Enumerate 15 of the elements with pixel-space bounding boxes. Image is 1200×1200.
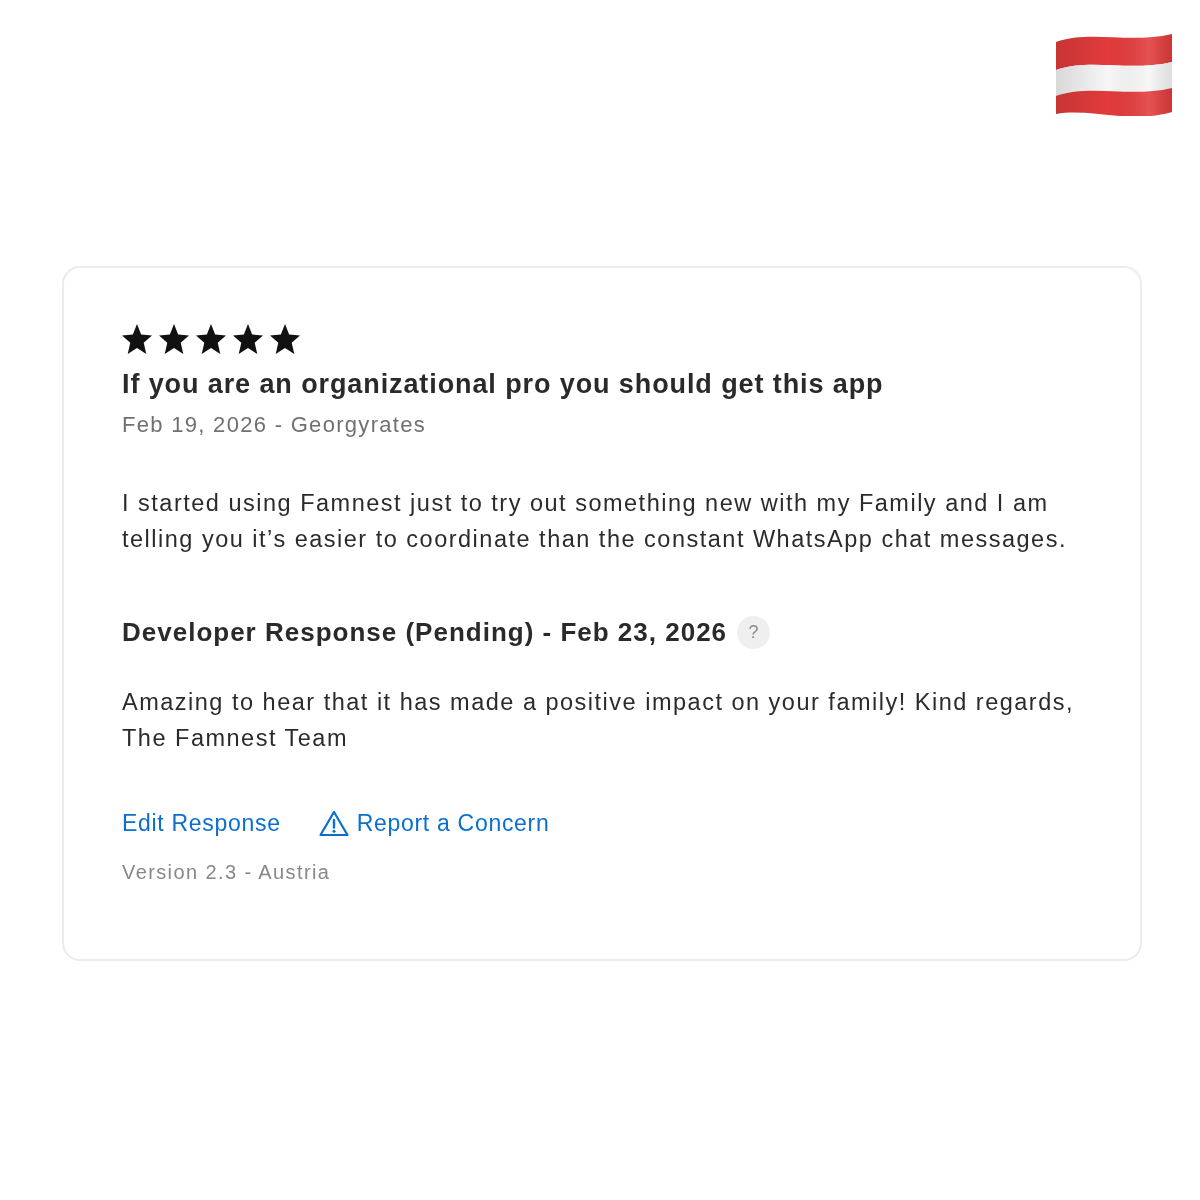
star-icon <box>270 324 300 354</box>
developer-response-heading: Developer Response (Pending) - Feb 23, 2026 <box>122 616 728 650</box>
review-date-author: Feb 19, 2026 - Georgyrates <box>122 411 428 440</box>
review-text: I started using Famnest just to try out something new with my Family and I am telling you it’s easier to coordinate than the constant WhatsApp chat messages. <box>122 489 1068 555</box>
report-concern-link[interactable]: Report a Concern <box>318 806 550 841</box>
version-country-text: Version 2.3 - Austria <box>122 859 332 885</box>
warning-triangle-icon <box>318 810 349 838</box>
star-icon <box>122 324 152 354</box>
help-button[interactable]: ? <box>737 616 771 650</box>
star-icon <box>196 324 226 354</box>
developer-response-text: Amazing to hear that it has made a positive impact on your family! Kind regards, The Famnest Team <box>122 688 1076 754</box>
star-icon <box>159 324 189 354</box>
review-title: If you are an organizational pro you should get this app <box>122 368 885 401</box>
star-icon <box>233 324 263 354</box>
edit-response-link[interactable]: Edit Response <box>122 806 281 841</box>
